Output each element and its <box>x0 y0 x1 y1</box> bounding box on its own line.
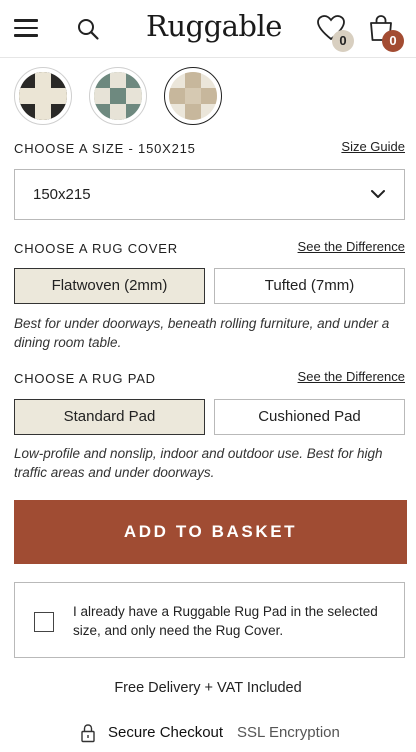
pad-description: Low-profile and nonslip, indoor and outd… <box>14 446 383 480</box>
size-selected-value: 150x215 <box>33 186 91 203</box>
checker-pattern-icon <box>19 72 67 120</box>
pad-option-cushioned[interactable]: Cushioned Pad <box>214 399 405 435</box>
swatch-black[interactable] <box>14 67 72 125</box>
site-header: Ruggable 0 0 <box>0 0 416 58</box>
search-icon[interactable] <box>76 17 100 41</box>
ssl-encryption-text: SSL Encryption <box>237 724 340 741</box>
cart-button[interactable]: 0 <box>368 14 408 54</box>
brand-logo[interactable]: Ruggable <box>146 9 282 43</box>
secure-checkout-text: Secure Checkout <box>108 724 224 741</box>
add-to-basket-button[interactable]: ADD TO BASKET <box>14 500 407 564</box>
wishlist-button[interactable]: 0 <box>316 14 356 52</box>
menu-icon[interactable] <box>14 18 38 38</box>
cover-description: Best for under doorways, beneath rolling… <box>14 316 390 350</box>
chevron-down-icon <box>371 190 385 198</box>
cover-option-flatwoven[interactable]: Flatwoven (2mm) <box>14 268 205 304</box>
size-guide-link[interactable]: Size Guide <box>341 139 405 154</box>
pad-only-text: I already have a Ruggable Rug Pad in the… <box>73 604 378 638</box>
pad-difference-link[interactable]: See the Difference <box>298 369 405 384</box>
pad-only-checkbox[interactable] <box>34 612 54 632</box>
delivery-info: Free Delivery + VAT Included <box>114 680 302 696</box>
size-select[interactable]: 150x215 <box>14 169 405 220</box>
cover-difference-link[interactable]: See the Difference <box>298 239 405 254</box>
size-label: CHOOSE A SIZE - 150X215 <box>14 141 196 156</box>
cart-count-badge: 0 <box>382 30 404 52</box>
rug-pad-label: CHOOSE A RUG PAD <box>14 371 156 386</box>
rug-cover-label: CHOOSE A RUG COVER <box>14 241 178 256</box>
swatch-beige[interactable] <box>164 67 222 125</box>
checker-pattern-icon <box>94 72 142 120</box>
cover-option-tufted[interactable]: Tufted (7mm) <box>214 268 405 304</box>
wishlist-count-badge: 0 <box>332 30 354 52</box>
pad-option-standard[interactable]: Standard Pad <box>14 399 205 435</box>
lock-icon <box>81 724 95 743</box>
pad-only-option: I already have a Ruggable Rug Pad in the… <box>14 582 405 658</box>
swatch-green[interactable] <box>89 67 147 125</box>
checker-pattern-icon <box>169 72 217 120</box>
